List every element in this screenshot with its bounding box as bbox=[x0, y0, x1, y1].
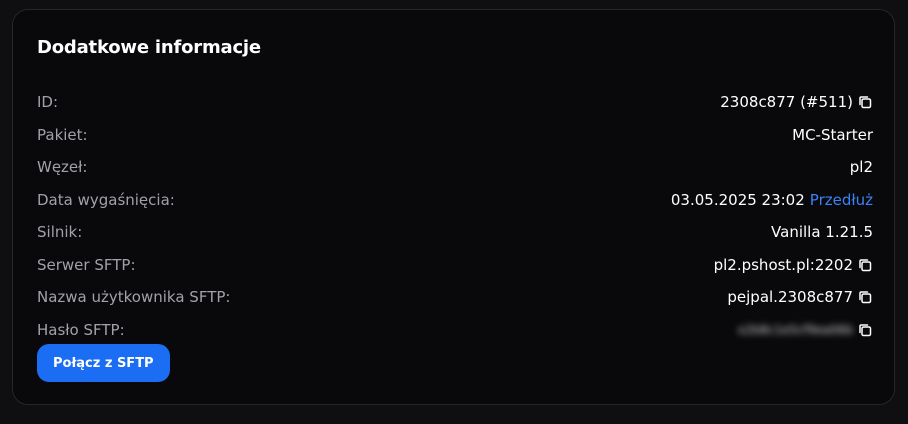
expiry-label: Data wygaśnięcia: bbox=[37, 190, 175, 209]
package-value: MC-Starter bbox=[792, 125, 873, 144]
card-title: Dodatkowe informacje bbox=[37, 37, 261, 58]
copy-icon[interactable] bbox=[857, 322, 873, 338]
extend-link[interactable]: Przedłuż bbox=[810, 191, 873, 209]
info-row-sftp-server: Serwer SFTP: pl2.pshost.pl:2202 bbox=[37, 249, 873, 282]
copy-icon[interactable] bbox=[857, 94, 873, 110]
info-row-sftp-password: Hasło SFTP: x2b8c1e5cf9ea06b bbox=[37, 314, 873, 347]
expiry-date: 03.05.2025 23:02 bbox=[670, 190, 805, 209]
package-label: Pakiet: bbox=[37, 125, 88, 144]
sftp-password-value[interactable]: x2b8c1e5cf9ea06b bbox=[738, 323, 853, 337]
sftp-password-label: Hasło SFTP: bbox=[37, 320, 125, 339]
sftp-server-value: pl2.pshost.pl:2202 bbox=[713, 255, 853, 274]
id-value: 2308c877 (#511) bbox=[720, 93, 853, 112]
id-label: ID: bbox=[37, 93, 59, 112]
node-label: Węzeł: bbox=[37, 158, 88, 177]
copy-icon[interactable] bbox=[857, 257, 873, 273]
id-value-group: 2308c877 (#511) bbox=[720, 93, 873, 111]
info-row-sftp-username: Nazwa użytkownika SFTP: pejpal.2308c877 bbox=[37, 281, 873, 314]
copy-icon[interactable] bbox=[857, 289, 873, 305]
sftp-server-label: Serwer SFTP: bbox=[37, 255, 136, 274]
info-row-engine: Silnik: Vanilla 1.21.5 bbox=[37, 216, 873, 249]
sftp-username-group: pejpal.2308c877 bbox=[727, 288, 873, 306]
sftp-username-value: pejpal.2308c877 bbox=[727, 288, 853, 307]
engine-label: Silnik: bbox=[37, 223, 83, 242]
connect-sftp-button[interactable]: Połącz z SFTP bbox=[37, 344, 170, 382]
sftp-password-group: x2b8c1e5cf9ea06b bbox=[738, 322, 873, 338]
info-row-node: Węzeł: pl2 bbox=[37, 151, 873, 184]
additional-info-card: Dodatkowe informacje ID: 2308c877 (#511)… bbox=[12, 9, 895, 405]
expiry-value-group: 03.05.2025 23:02 Przedłuż bbox=[671, 191, 873, 209]
engine-value: Vanilla 1.21.5 bbox=[771, 223, 873, 242]
info-row-package: Pakiet: MC-Starter bbox=[37, 119, 873, 152]
sftp-server-group: pl2.pshost.pl:2202 bbox=[714, 256, 873, 274]
info-row-expiry: Data wygaśnięcia: 03.05.2025 23:02 Przed… bbox=[37, 184, 873, 217]
sftp-username-label: Nazwa użytkownika SFTP: bbox=[37, 288, 231, 307]
info-list: ID: 2308c877 (#511) Pakiet: MC-Starter W… bbox=[37, 86, 873, 346]
info-row-id: ID: 2308c877 (#511) bbox=[37, 86, 873, 119]
node-value: pl2 bbox=[849, 158, 873, 177]
